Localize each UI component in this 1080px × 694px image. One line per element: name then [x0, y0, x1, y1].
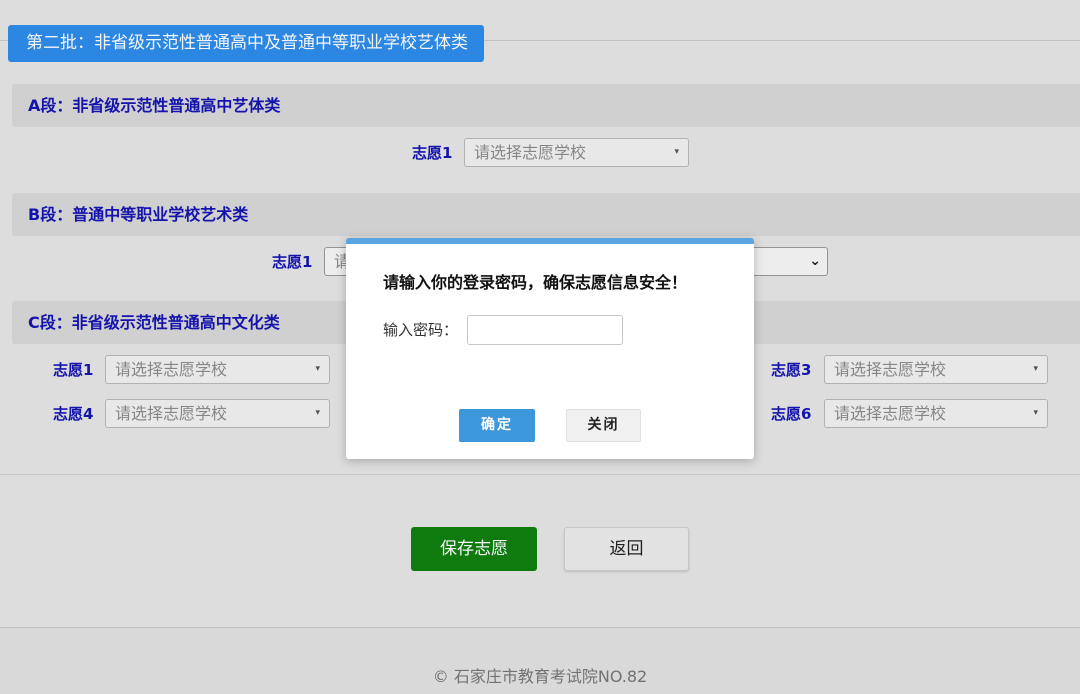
close-button[interactable]: 关闭: [566, 409, 641, 442]
password-input[interactable]: [467, 315, 623, 345]
password-dialog: 请输入你的登录密码，确保志愿信息安全！ 输入密码： 确定 关闭: [346, 238, 754, 459]
dialog-message: 请输入你的登录密码，确保志愿信息安全！: [383, 273, 688, 292]
confirm-button[interactable]: 确定: [459, 409, 535, 442]
dialog-title-bar: [346, 238, 754, 244]
password-label: 输入密码：: [383, 321, 459, 339]
